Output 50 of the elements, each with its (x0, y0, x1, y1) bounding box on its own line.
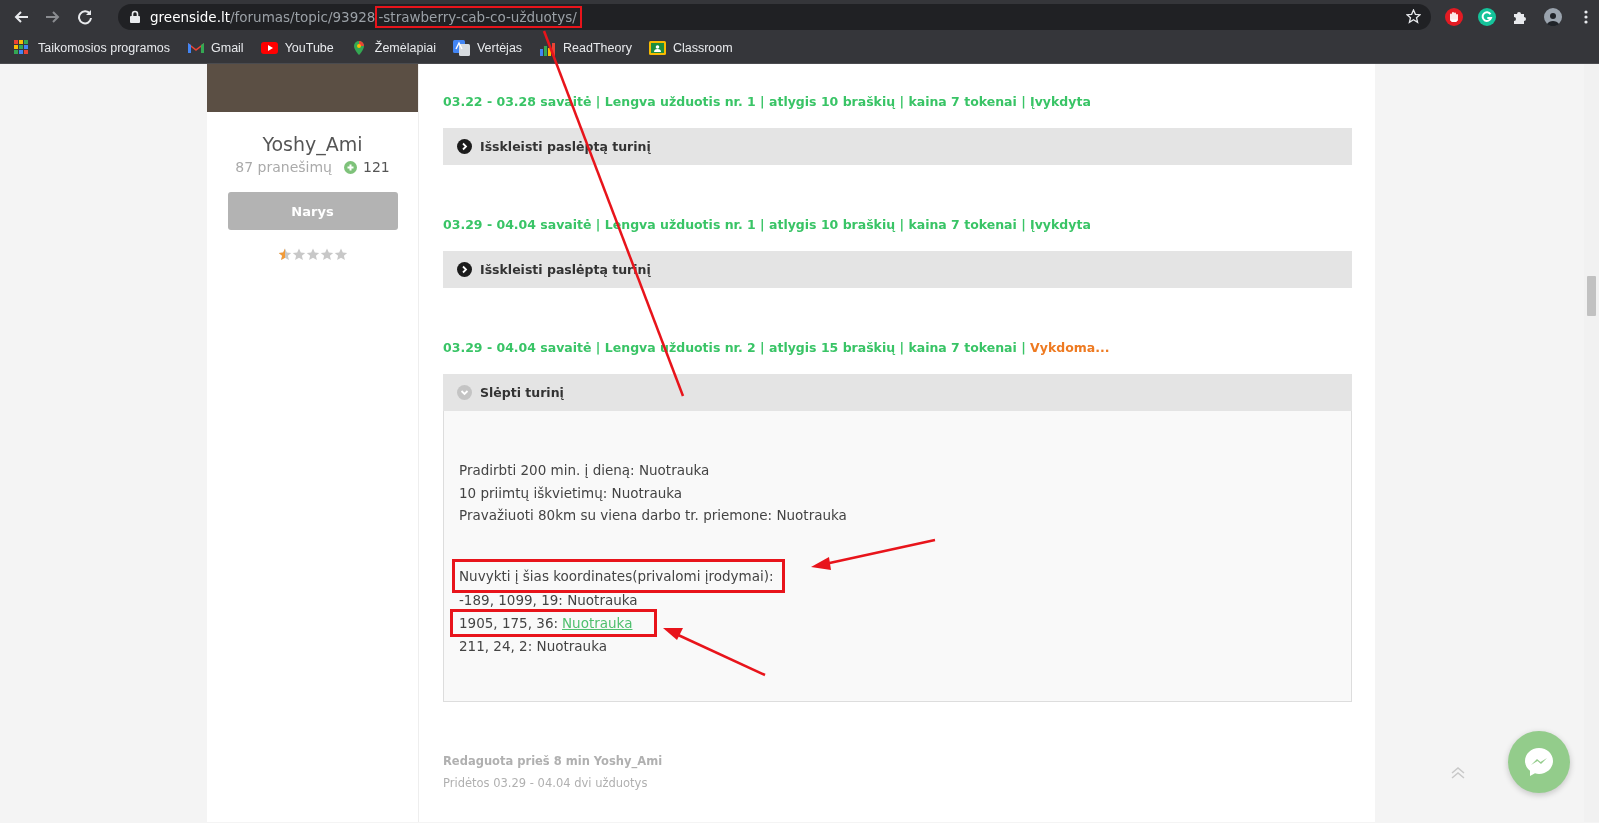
content-line: 10 priimtų iškvietimų: Nuotrauka (459, 483, 683, 503)
url-text: greenside.lt (150, 7, 230, 27)
bookmark-link[interactable]: Taikomosios programos (14, 40, 170, 56)
bookmark-link[interactable]: Classroom (648, 40, 733, 56)
star-icon (291, 248, 306, 261)
apps-grid-icon (14, 40, 31, 56)
bookmark-link[interactable]: Gmail (187, 40, 244, 56)
chevron-right-icon (457, 139, 472, 154)
star-icon (277, 248, 292, 261)
star-icon (305, 248, 320, 261)
star-icon (333, 248, 348, 261)
bookmark-link[interactable]: YouTube (260, 40, 334, 56)
translate-icon (452, 40, 470, 56)
content-line: Pravažiuoti 80km su viena darbo tr. priemone: Nuotrauka (459, 506, 847, 525)
rank-badge: Narys (227, 192, 398, 230)
avatar-icon[interactable] (1544, 7, 1562, 26)
username[interactable]: Yoshy_Ami (262, 133, 363, 155)
post-count: 87 pranešimų (235, 159, 332, 175)
spoiler-toggle[interactable]: Slėpti turinį (443, 374, 1352, 411)
hand-icon[interactable] (1445, 7, 1463, 26)
scrollbar-thumb[interactable] (1587, 276, 1596, 316)
envelope-icon (187, 40, 204, 56)
classroom-board-icon (648, 40, 666, 56)
edit-note: Redaguota prieš 8 min Yoshy_Ami (443, 753, 664, 771)
annotation-box: -strawberry-cab-co-užduotys/ (375, 5, 582, 28)
url-text: /forumas/topic/93928 (230, 7, 376, 27)
reputation-count: 121 (362, 159, 390, 175)
forward-arrow-icon[interactable] (45, 8, 61, 25)
content-line: 1905, 175, 36: (459, 614, 558, 633)
bar-chart-icon (539, 40, 557, 56)
play-icon (260, 40, 278, 56)
chat-bubble-icon (1522, 745, 1556, 779)
post-note: Pridėtos 03.29 - 04.04 dvi užduotys (443, 775, 649, 792)
chevron-right-icon (457, 262, 472, 277)
bookmark-link[interactable]: ReadTheory (539, 40, 632, 56)
address-bar[interactable]: greenside.lt/forumas/topic/93928 -strawberry-cab-co-užduotys/ (118, 3, 1431, 30)
lock-icon (130, 10, 140, 23)
plus-circle-icon (343, 160, 357, 174)
bookmark-link[interactable]: Žemėlapiai (350, 40, 436, 56)
g-logo-icon[interactable] (1478, 7, 1496, 26)
reload-icon[interactable] (77, 8, 93, 25)
star-icon (319, 248, 334, 261)
star-icon[interactable] (1406, 9, 1421, 24)
content-line: Nuvykti į šias koordinates(privalomi įrodymai): (459, 566, 774, 586)
content-line: Pradirbti 200 min. į dieną: Nuotrauka (459, 461, 710, 480)
content-line: 211, 24, 2: Nuotrauka (459, 637, 607, 656)
back-arrow-icon[interactable] (13, 8, 29, 25)
bookmark-link[interactable]: Vertėjas (452, 40, 523, 56)
content-line: -189, 1099, 19: Nuotrauka (459, 590, 638, 610)
chevron-down-icon (457, 385, 472, 400)
